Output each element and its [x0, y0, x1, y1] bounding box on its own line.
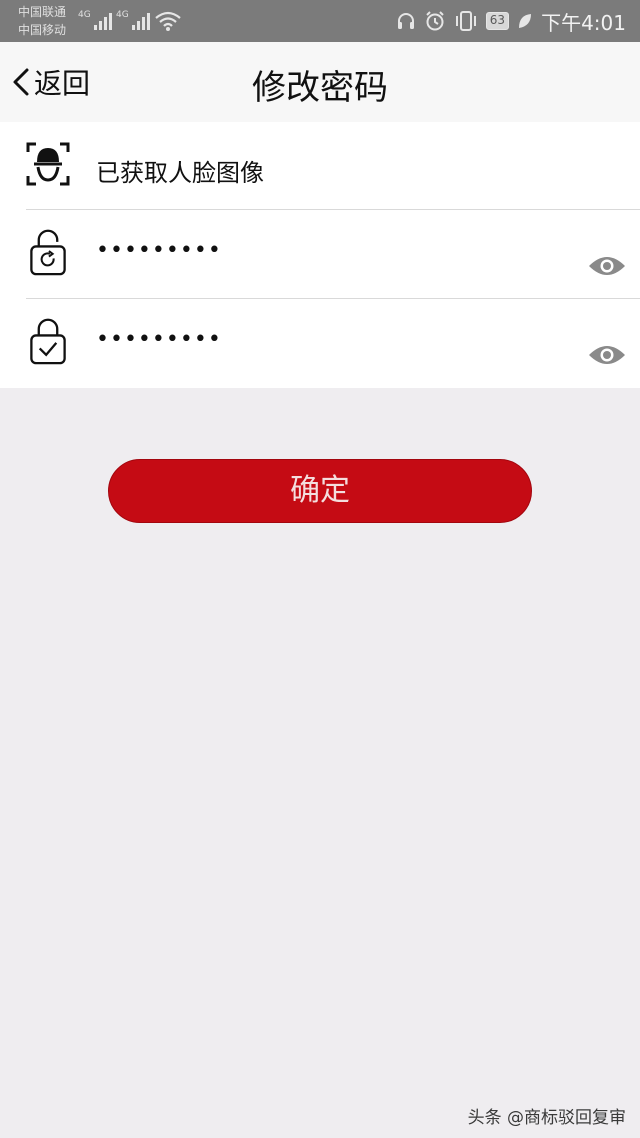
- signal-1-icon: 4G: [78, 10, 112, 30]
- leaf-icon: [519, 14, 532, 28]
- face-scan-icon: [26, 142, 70, 186]
- status-right: 63 下午4:01: [396, 8, 626, 35]
- alarm-icon: [426, 11, 444, 31]
- network-type-2: 4G: [116, 10, 129, 20]
- eye-icon[interactable]: [588, 254, 626, 278]
- face-status-text: 已获取人脸图像: [96, 159, 264, 187]
- signal-2-icon: 4G: [116, 10, 150, 30]
- password-form: 已获取人脸图像 ••••••••• •••••••••: [0, 122, 640, 388]
- wifi-icon: [155, 11, 181, 31]
- eye-icon[interactable]: [588, 343, 626, 367]
- carrier-2: 中国移动: [18, 23, 67, 37]
- new-password-input[interactable]: •••••••••: [96, 238, 222, 263]
- battery-icon: 63: [485, 12, 510, 30]
- lock-check-icon: [30, 318, 66, 365]
- confirm-password-input[interactable]: •••••••••: [96, 327, 222, 352]
- vibrate-icon: [455, 11, 476, 31]
- status-bar: 中国联通 中国移动 4G 4G 63 下午4:01: [0, 0, 640, 42]
- network-type-1: 4G: [78, 10, 91, 20]
- new-password-row: •••••••••: [0, 210, 640, 298]
- nav-bar: 返回 修改密码: [0, 42, 640, 122]
- page-title: 修改密码: [252, 68, 388, 108]
- watermark: 头条 @商标驳回复审: [467, 1108, 626, 1128]
- clock: 下午4:01: [541, 10, 626, 35]
- confirm-password-row: •••••••••: [0, 299, 640, 387]
- lock-refresh-icon: [30, 229, 66, 276]
- headset-icon: [397, 13, 414, 29]
- carrier-1: 中国联通: [18, 5, 67, 19]
- face-row[interactable]: 已获取人脸图像: [0, 122, 640, 210]
- confirm-button[interactable]: 确定: [108, 459, 532, 523]
